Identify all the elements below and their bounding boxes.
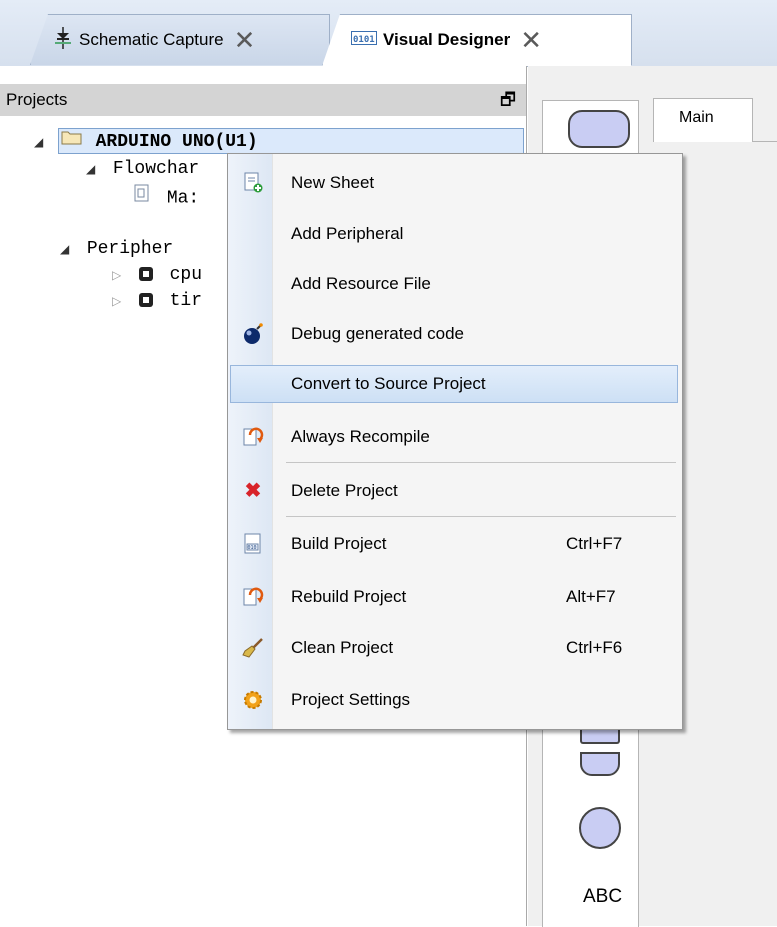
menu-label: Convert to Source Project <box>291 374 486 393</box>
expanded-arrow-icon[interactable]: ◢ <box>60 236 76 262</box>
gear-icon <box>242 689 264 711</box>
recompile-icon <box>242 426 264 448</box>
menu-label: Rebuild Project <box>291 587 407 606</box>
tab-visual-designer[interactable]: 0101 Visual Designer ✕ <box>322 14 632 66</box>
menu-label: Add Peripheral <box>291 224 404 243</box>
menu-item-rebuild-project[interactable]: Rebuild Project Alt+F7 <box>230 578 678 616</box>
tab-schematic-capture[interactable]: Schematic Capture ✕ <box>30 14 330 65</box>
close-icon[interactable]: ✕ <box>234 27 256 53</box>
tree-item-main-sheet[interactable]: Ma: <box>134 184 199 210</box>
build-icon: 010 <box>242 533 264 555</box>
broom-icon <box>242 637 264 659</box>
schematic-icon <box>53 26 73 54</box>
text-tool[interactable]: ABC <box>583 886 622 908</box>
menu-item-delete-project[interactable]: ✖ Delete Project <box>230 472 678 510</box>
restore-window-icon[interactable]: 🗗 <box>500 84 516 116</box>
menu-shortcut: Alt+F7 <box>566 587 616 606</box>
menu-item-always-recompile[interactable]: Always Recompile <box>230 418 678 456</box>
panel-title: Projects <box>6 90 68 109</box>
menu-label: Project Settings <box>291 690 411 709</box>
chip-icon <box>138 293 153 308</box>
tree-label: Flowchar <box>112 159 200 179</box>
tree-item-peripherals[interactable]: ◢ Peripher <box>60 236 173 262</box>
menu-item-project-settings[interactable]: Project Settings <box>230 681 678 719</box>
rebuild-icon <box>242 586 264 608</box>
tab-label: Schematic Capture <box>79 30 224 49</box>
expanded-arrow-icon[interactable]: ◢ <box>34 129 50 155</box>
loop-end-shape[interactable] <box>580 752 620 776</box>
tab-label: Visual Designer <box>383 30 511 49</box>
svg-text:0101: 0101 <box>353 35 375 45</box>
tree-label: ARDUINO UNO(U1) <box>95 131 258 152</box>
menu-item-new-sheet[interactable]: New Sheet <box>230 164 678 202</box>
panel-title-bar: Projects 🗗 <box>0 84 526 116</box>
tree-label: Ma: <box>166 188 200 209</box>
tree-item-cpu[interactable]: ▷ cpu <box>112 262 202 288</box>
collapsed-arrow-icon[interactable]: ▷ <box>112 262 128 288</box>
context-menu: New Sheet Add Peripheral Add Resource Fi… <box>227 153 683 730</box>
sheet-icon <box>134 184 156 211</box>
tab-main[interactable]: Main <box>653 98 753 142</box>
menu-item-convert-to-source-project[interactable]: Convert to Source Project <box>230 365 678 403</box>
tree-item-root[interactable]: ◢ ARDUINO UNO(U1) <box>34 128 258 154</box>
binary-icon: 0101 <box>351 30 377 50</box>
tab-label: Main <box>679 109 714 126</box>
chip-icon <box>138 267 153 282</box>
tree-label: Peripher <box>86 239 174 259</box>
menu-label: Build Project <box>291 534 387 553</box>
debug-bomb-icon <box>242 323 264 345</box>
tree-label: cpu <box>169 265 203 285</box>
menu-separator <box>286 462 676 463</box>
menu-label: Always Recompile <box>291 427 430 446</box>
menu-label: Add Resource File <box>291 274 431 293</box>
folder-icon <box>61 128 85 154</box>
terminator-shape[interactable] <box>568 110 630 148</box>
tab-baseline <box>753 141 777 142</box>
document-tab-strip: Schematic Capture ✕ 0101 Visual Designer… <box>0 0 777 67</box>
menu-item-debug-generated-code[interactable]: Debug generated code <box>230 315 678 353</box>
svg-text:010: 010 <box>248 545 257 551</box>
menu-shortcut: Ctrl+F6 <box>566 638 623 657</box>
close-icon[interactable]: ✕ <box>520 27 542 53</box>
menu-label: Clean Project <box>291 638 394 657</box>
menu-label: Delete Project <box>291 481 398 500</box>
tree-item-flowchart[interactable]: ◢ Flowchar <box>86 156 199 182</box>
new-sheet-icon <box>242 172 264 194</box>
menu-label: New Sheet <box>291 173 375 192</box>
connector-shape[interactable] <box>579 807 621 849</box>
menu-item-add-resource-file[interactable]: Add Resource File <box>230 265 678 303</box>
tree-item-timer[interactable]: ▷ tir <box>112 288 202 314</box>
delete-x-icon: ✖ <box>244 480 262 502</box>
menu-item-clean-project[interactable]: Clean Project Ctrl+F6 <box>230 629 678 667</box>
collapsed-arrow-icon[interactable]: ▷ <box>112 288 128 314</box>
tree-label: tir <box>169 291 203 311</box>
menu-shortcut: Ctrl+F7 <box>566 534 623 553</box>
menu-separator <box>286 516 676 517</box>
menu-item-add-peripheral[interactable]: Add Peripheral <box>230 215 678 253</box>
menu-item-build-project[interactable]: 010 Build Project Ctrl+F7 <box>230 525 678 563</box>
expanded-arrow-icon[interactable]: ◢ <box>86 156 102 182</box>
menu-label: Debug generated code <box>291 324 464 343</box>
